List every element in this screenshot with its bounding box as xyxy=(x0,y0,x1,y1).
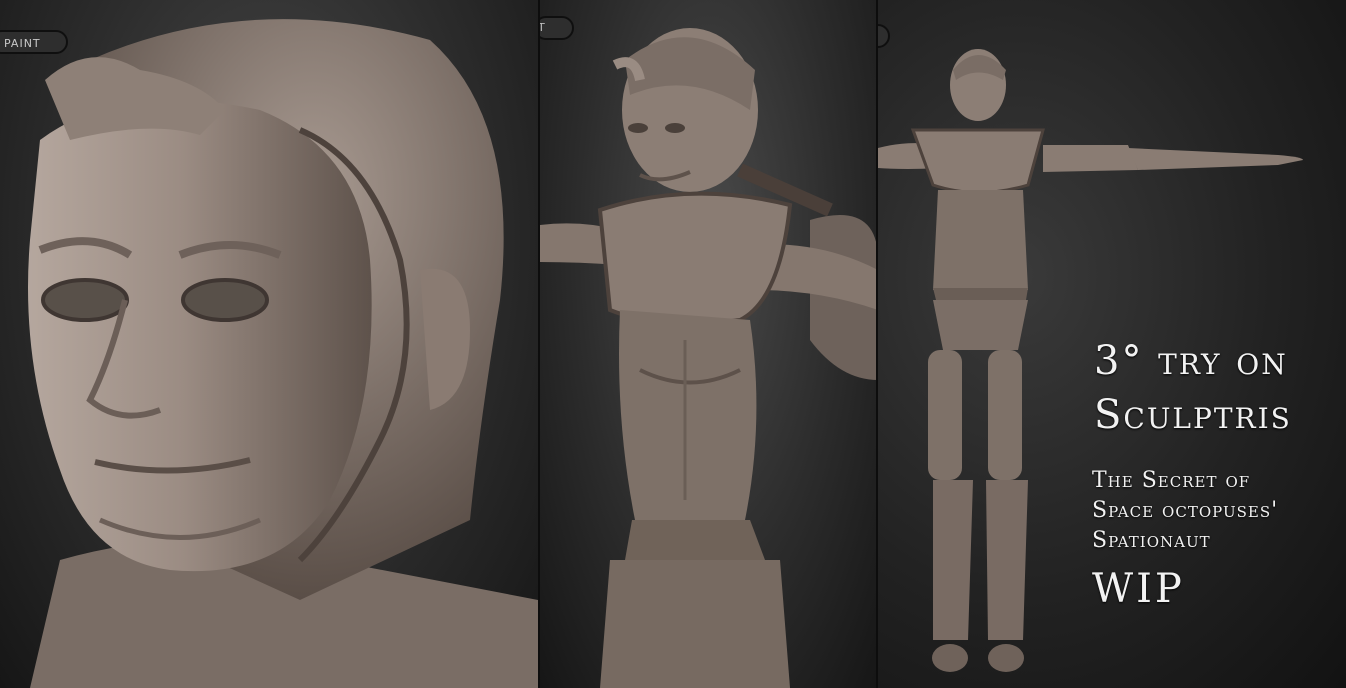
caption-title-line2: Sculptris xyxy=(1094,392,1292,438)
face-sculpt-render xyxy=(28,19,538,688)
torso-sculpt-render xyxy=(540,28,878,688)
caption-wip: WIP xyxy=(1092,566,1185,612)
caption-subtitle-line3: Spationaut xyxy=(1092,528,1211,553)
caption-subtitle-line2: Space octopuses' xyxy=(1092,498,1279,523)
mode-button-label: T xyxy=(540,21,545,34)
viewport-face-closeup: PAINT xyxy=(0,0,538,688)
caption-subtitle-line1: The Secret of xyxy=(1092,468,1251,493)
mode-button[interactable]: T xyxy=(540,16,574,40)
caption-title-line1: 3° try on xyxy=(1094,338,1288,384)
paint-mode-button[interactable]: PAINT xyxy=(0,30,68,54)
viewport-three-quarter: T xyxy=(540,0,878,688)
